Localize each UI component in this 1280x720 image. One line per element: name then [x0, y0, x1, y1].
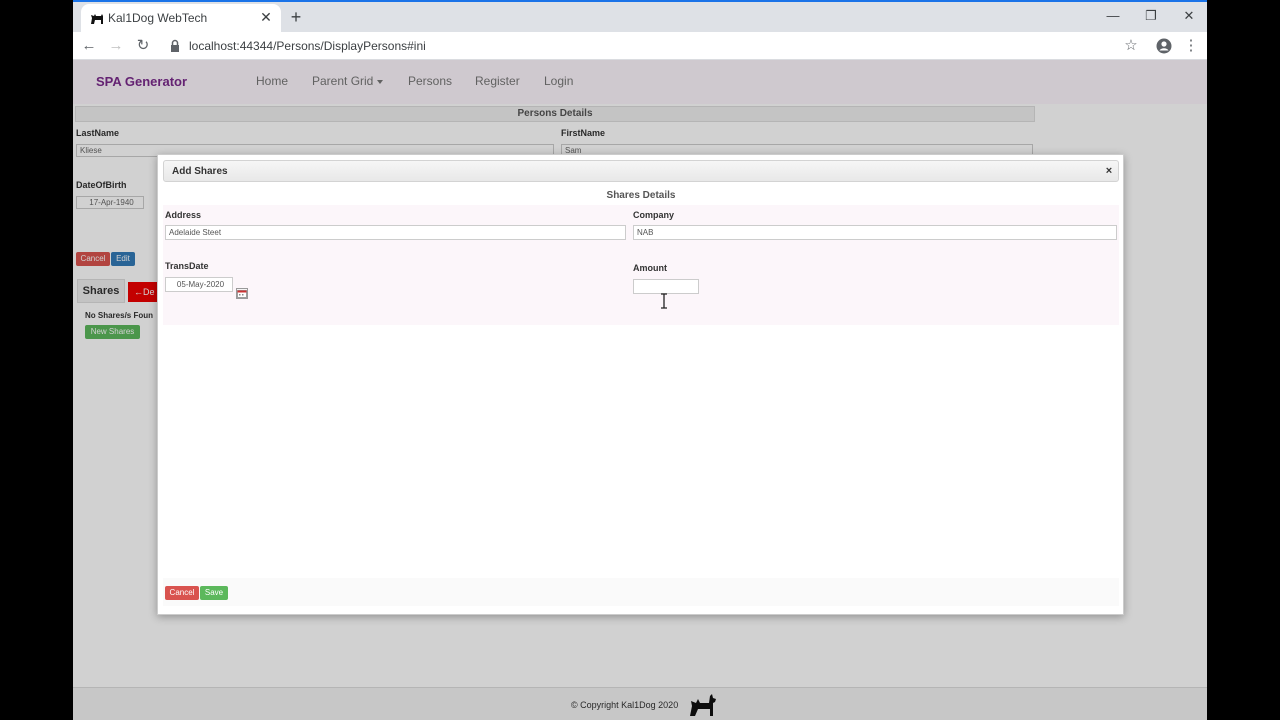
arrow-right-icon[interactable]: → [105, 36, 127, 56]
window-close-icon[interactable]: ✕ [1177, 6, 1201, 26]
close-icon[interactable]: × [1102, 164, 1116, 178]
browser-toolbar: ← → ↻ localhost:44344/Persons/DisplayPer… [73, 32, 1207, 60]
modal-footer: Cancel Save [163, 578, 1119, 606]
tab-title: Kal1Dog WebTech [108, 11, 208, 25]
shares-form: Address Adelaide Steet Company NAB Trans… [163, 205, 1119, 325]
add-shares-modal: Add Shares × Shares Details Address Adel… [157, 154, 1124, 615]
amount-field[interactable] [633, 279, 699, 294]
cancel-button[interactable]: Cancel [165, 586, 199, 600]
address-bar[interactable]: localhost:44344/Persons/DisplayPersons#i… [163, 35, 1149, 57]
lock-icon [171, 39, 179, 52]
close-icon[interactable]: ✕ [257, 8, 275, 26]
address-label: Address [165, 210, 202, 220]
accent-bar [73, 0, 1207, 2]
modal-body: Shares Details Address Adelaide Steet Co… [163, 188, 1119, 608]
tab-strip: Kal1Dog WebTech ✕ + — ❐ ✕ [73, 0, 1207, 32]
transdate-label: TransDate [165, 261, 209, 271]
arrow-left-icon[interactable]: ← [78, 36, 100, 56]
browser-window: Kal1Dog WebTech ✕ + — ❐ ✕ ← → ↻ localhos… [73, 0, 1207, 720]
web-page: SPA Generator Home Parent Grid Persons R… [73, 60, 1207, 720]
company-label: Company [633, 210, 675, 220]
amount-label: Amount [633, 263, 667, 273]
account-icon[interactable] [1153, 36, 1175, 56]
url-text: localhost:44344/Persons/DisplayPersons#i… [189, 39, 426, 53]
browser-tab[interactable]: Kal1Dog WebTech ✕ [81, 4, 281, 32]
minimize-icon[interactable]: — [1101, 6, 1125, 26]
modal-title: Add Shares [172, 166, 228, 177]
calendar-icon[interactable] [236, 288, 248, 299]
transdate-field[interactable]: 05-May-2020 [165, 277, 233, 292]
address-field[interactable]: Adelaide Steet [165, 225, 626, 240]
reload-icon[interactable]: ↻ [132, 36, 154, 56]
shares-details-header: Shares Details [606, 190, 676, 201]
save-button[interactable]: Save [200, 586, 228, 600]
star-icon[interactable]: ☆ [1120, 36, 1142, 56]
kebab-icon[interactable]: ⋮ [1180, 36, 1202, 56]
plus-icon[interactable]: + [285, 6, 307, 28]
dog-icon [91, 14, 103, 24]
company-field[interactable]: NAB [633, 225, 1117, 240]
text-cursor-icon [661, 293, 667, 309]
restore-icon[interactable]: ❐ [1139, 6, 1163, 26]
modal-header: Add Shares × [163, 160, 1119, 182]
